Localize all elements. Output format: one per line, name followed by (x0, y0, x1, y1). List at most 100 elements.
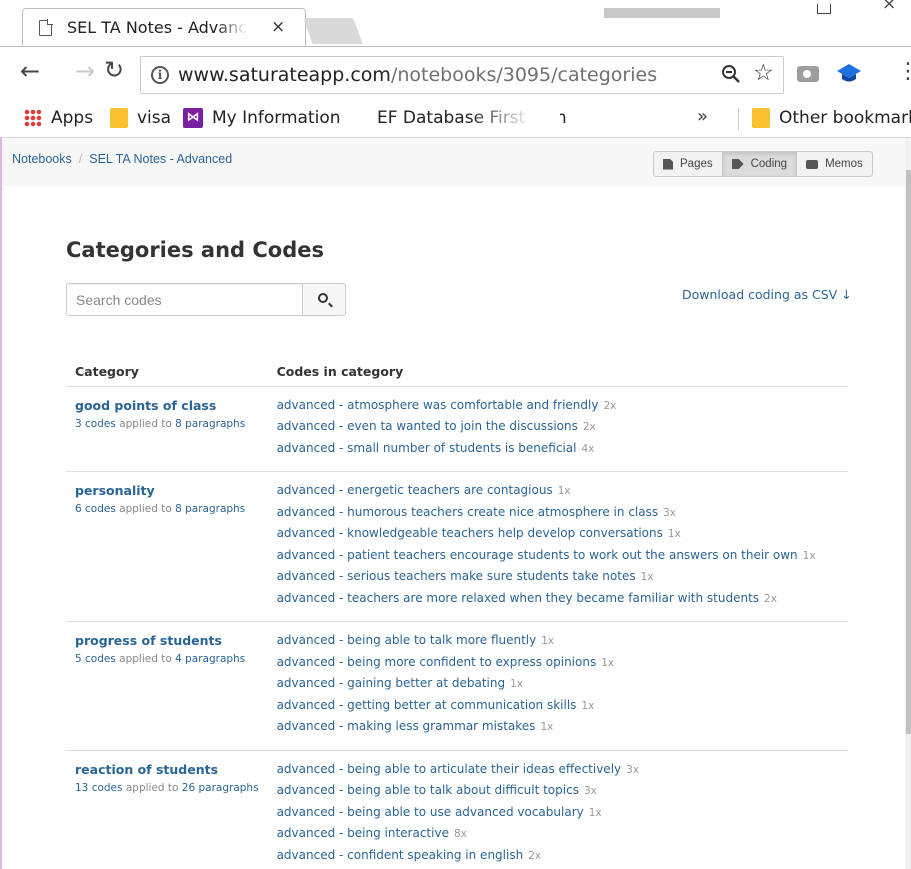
pages-button[interactable]: Pages (653, 151, 723, 177)
page-content: Notebooks / SEL TA Notes - Advanced Pages … (0, 138, 911, 869)
paragraphs-link[interactable]: 8 paragraphs (175, 503, 245, 515)
coding-button[interactable]: Coding (721, 151, 798, 177)
category-cell: personality 6 codes applied to 8 paragrap… (66, 471, 268, 622)
reload-icon[interactable]: ↻ (104, 58, 124, 82)
categories-table: Category Codes in category good points o… (66, 354, 848, 869)
code-item: advanced - being able to talk about diff… (277, 783, 839, 805)
paragraphs-link[interactable]: 4 paragraphs (175, 653, 245, 665)
codes-count-link[interactable]: 13 codes (75, 782, 123, 794)
search-input[interactable] (66, 283, 303, 316)
bookmark-star-icon[interactable]: ☆ (753, 60, 774, 86)
code-link[interactable]: advanced - energetic teachers are contag… (277, 483, 553, 497)
bookmark-my-information[interactable]: ⋈ My Information (183, 108, 341, 128)
tab-title: SEL TA Notes - Advanced (67, 18, 247, 37)
code-item: advanced - confident speaking in english… (277, 848, 839, 869)
tag-icon (731, 159, 744, 169)
breadcrumb-notebook[interactable]: SEL TA Notes - Advanced (89, 152, 232, 166)
address-bar[interactable]: i www.saturateapp.com/notebooks/3095/cat… (140, 56, 784, 94)
code-count: 2x (764, 592, 777, 605)
codes-count-link[interactable]: 5 codes (75, 653, 116, 665)
bookmarks-overflow-icon[interactable]: » (697, 106, 708, 127)
bookmark-visa[interactable]: visa (110, 108, 171, 128)
codes-cell: advanced - being able to articulate thei… (267, 750, 848, 869)
applied-to-label: applied to (119, 653, 172, 665)
code-link[interactable]: advanced - being able to use advanced vo… (277, 805, 584, 819)
search-button[interactable] (303, 283, 346, 316)
scrollbar[interactable] (905, 138, 911, 869)
code-link[interactable]: advanced - getting better at communicati… (277, 698, 577, 712)
new-tab-button[interactable] (303, 18, 363, 44)
folder-icon (752, 108, 770, 128)
code-count: 1x (581, 699, 595, 712)
url-text[interactable]: www.saturateapp.com/notebooks/3095/categ… (178, 64, 657, 86)
code-link[interactable]: advanced - being more confident to expre… (277, 655, 597, 669)
code-link[interactable]: advanced - confident speaking in english (277, 848, 524, 862)
category-link[interactable]: good points of class (75, 398, 259, 413)
codes-count-link[interactable]: 3 codes (75, 418, 116, 430)
codes-cell: advanced - energetic teachers are contag… (267, 471, 848, 622)
tab-close-icon[interactable]: × (271, 17, 285, 37)
info-icon[interactable]: i (151, 66, 169, 84)
category-link[interactable]: progress of students (75, 633, 259, 648)
bookmark-other[interactable]: Other bookmarks (752, 108, 911, 128)
page-icon (663, 158, 673, 170)
code-link[interactable]: advanced - being able to talk about diff… (277, 783, 579, 797)
microsoft-icon (348, 108, 368, 128)
code-link[interactable]: advanced - being interactive (277, 826, 449, 840)
applied-to-label: applied to (119, 417, 172, 430)
code-item: advanced - being able to use advanced vo… (277, 805, 839, 827)
zoom-out-icon[interactable] (721, 64, 741, 84)
category-link[interactable]: personality (75, 483, 259, 498)
code-item: advanced - being interactive 8x (277, 826, 839, 848)
code-count: 1x (540, 721, 554, 733)
subheader-bar: Notebooks / SEL TA Notes - Advanced Pages … (2, 138, 905, 186)
browser-menu-icon[interactable]: ⋮ (897, 61, 911, 83)
code-link[interactable]: advanced - knowledgeable teachers help d… (277, 526, 663, 540)
page-title: Categories and Codes (66, 238, 325, 262)
code-item: advanced - teachers are more relaxed whe… (277, 591, 839, 613)
code-link[interactable]: advanced - teachers are more relaxed whe… (277, 591, 759, 605)
browser-toolbar: ← → ↻ i www.saturateapp.com/notebooks/30… (0, 46, 911, 100)
category-summary: 6 codes applied to 8 paragraphs (75, 503, 259, 515)
minimize-icon[interactable] (817, 4, 831, 14)
camera-icon[interactable] (797, 66, 819, 82)
browser-tab[interactable]: SEL TA Notes - Advanced × (22, 8, 306, 46)
view-switcher: Pages Coding Memos (653, 151, 873, 177)
code-link[interactable]: advanced - gaining better at debating (277, 676, 506, 690)
bookmark-fade (470, 100, 560, 137)
page-icon (39, 20, 52, 36)
code-link[interactable]: advanced - being able to articulate thei… (277, 762, 622, 776)
memos-button[interactable]: Memos (796, 151, 873, 177)
bookmark-separator (738, 108, 739, 130)
code-item: advanced - small number of students is b… (277, 441, 839, 463)
breadcrumb-notebooks[interactable]: Notebooks (12, 152, 72, 166)
code-item: advanced - being more confident to expre… (277, 655, 839, 677)
paragraphs-link[interactable]: 8 paragraphs (175, 418, 245, 430)
window-close-icon[interactable]: × (882, 0, 896, 14)
scrollbar-thumb[interactable] (906, 170, 911, 734)
category-link[interactable]: reaction of students (75, 762, 259, 777)
bookmark-apps[interactable]: Apps (24, 108, 93, 128)
code-item: advanced - making less grammar mistakes 1… (277, 719, 839, 741)
code-link[interactable]: advanced - small number of students is b… (277, 441, 577, 455)
code-link[interactable]: advanced - even ta wanted to join the di… (277, 419, 578, 433)
code-link[interactable]: advanced - patient teachers encourage st… (277, 548, 798, 562)
code-item: advanced - being able to talk more fluen… (277, 633, 839, 655)
code-link[interactable]: advanced - being able to talk more fluen… (277, 633, 537, 647)
code-count: 1x (588, 806, 602, 819)
code-link[interactable]: advanced - making less grammar mistakes (277, 719, 536, 733)
paragraphs-link[interactable]: 26 paragraphs (182, 782, 259, 794)
code-count: 1x (541, 635, 555, 647)
graduation-cap-icon[interactable] (836, 63, 862, 85)
code-link[interactable]: advanced - serious teachers make sure st… (277, 569, 636, 583)
codes-count-link[interactable]: 6 codes (75, 503, 116, 515)
code-link[interactable]: advanced - atmosphere was comfortable an… (277, 398, 599, 412)
table-row: good points of class 3 codes applied to 8… (66, 386, 848, 472)
comment-icon (806, 159, 819, 169)
apps-grid-icon (24, 109, 42, 127)
download-csv-link[interactable]: Download coding as CSV ↓ (682, 287, 852, 302)
code-link[interactable]: advanced - humorous teachers create nice… (277, 505, 659, 519)
back-arrow-icon[interactable]: ← (20, 59, 40, 83)
forward-arrow-icon[interactable]: → (75, 59, 95, 83)
folder-icon (110, 108, 128, 128)
